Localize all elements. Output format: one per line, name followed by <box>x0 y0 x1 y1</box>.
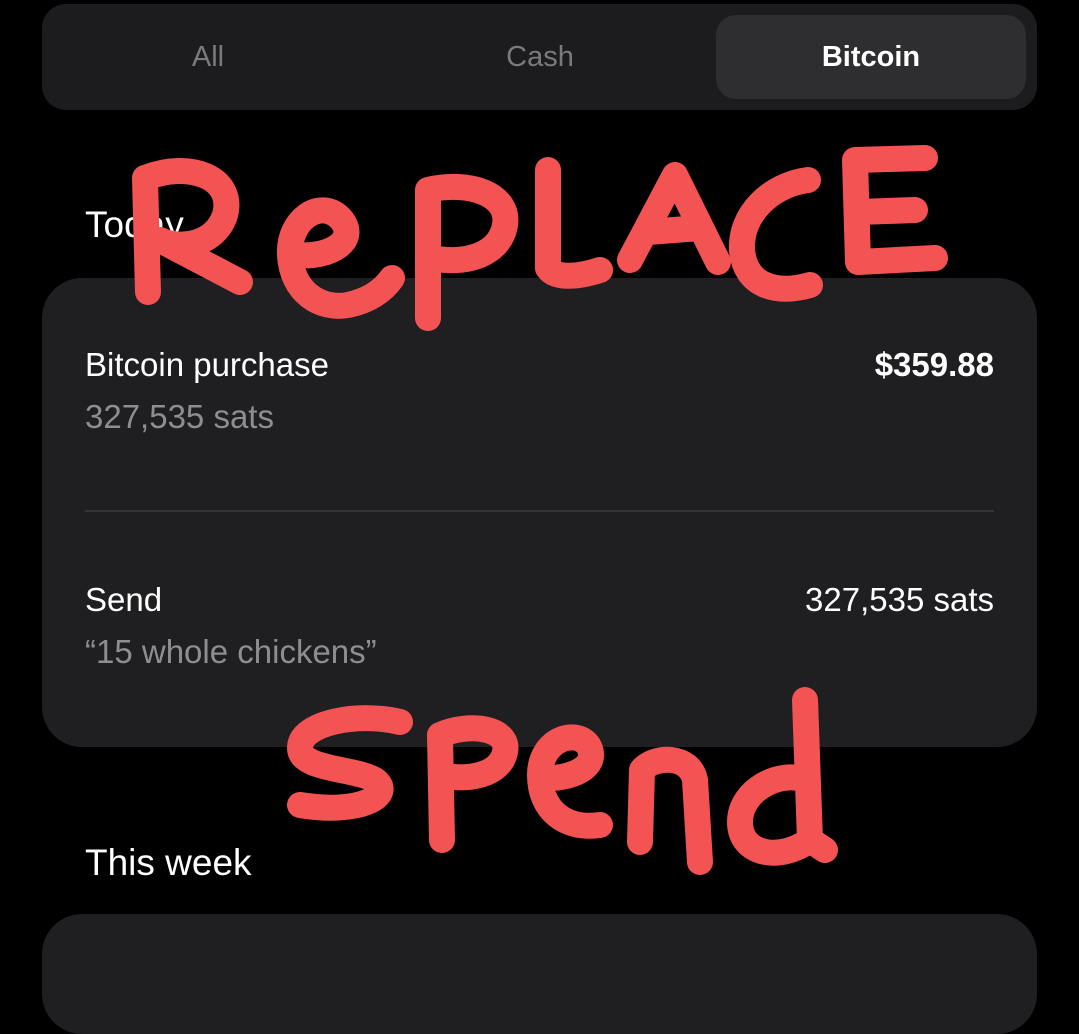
transaction-subtitle: 327,535 sats <box>85 398 274 435</box>
section-title-this-week: This week <box>85 842 252 883</box>
tab-bitcoin[interactable]: Bitcoin <box>716 15 1026 99</box>
tab-cash[interactable]: Cash <box>385 15 695 99</box>
tab-bar: All Cash Bitcoin <box>42 4 1037 110</box>
transactions-card-this-week <box>42 914 1037 1034</box>
transaction-title: Bitcoin purchase <box>85 346 329 383</box>
transactions-card-today: Bitcoin purchase 327,535 sats $359.88 Se… <box>42 278 1037 747</box>
row-divider <box>85 510 994 512</box>
transaction-amount: $359.88 <box>874 346 994 383</box>
transaction-subtitle: “15 whole chickens” <box>85 633 377 670</box>
transaction-title: Send <box>85 581 163 618</box>
tab-all[interactable]: All <box>53 15 363 99</box>
section-title-today: Today <box>85 204 184 245</box>
transaction-amount: 327,535 sats <box>805 581 994 618</box>
